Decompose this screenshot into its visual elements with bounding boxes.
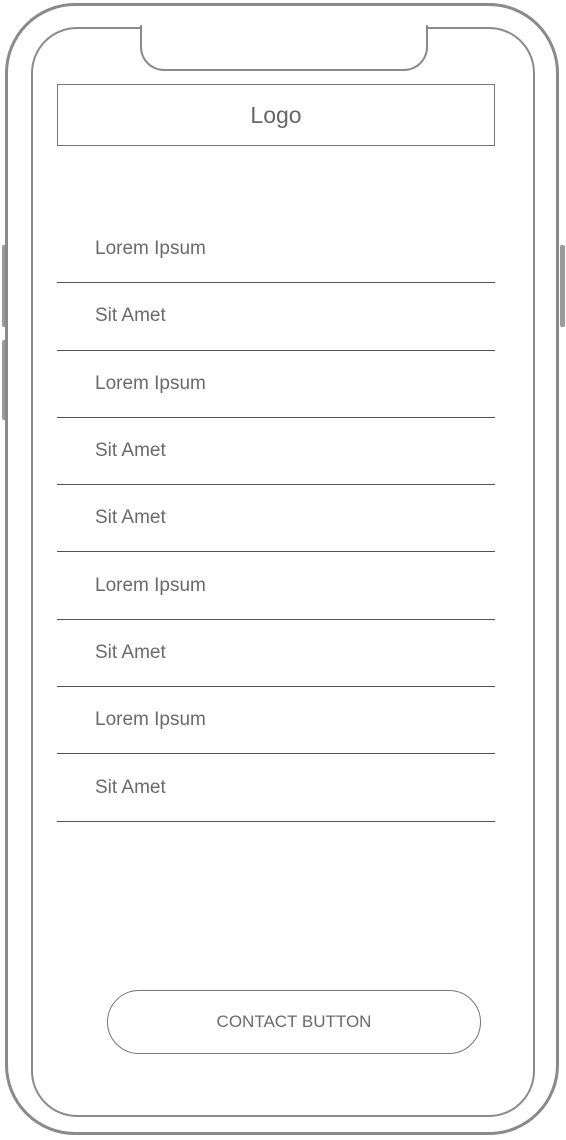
phone-notch bbox=[140, 25, 428, 71]
menu-item[interactable]: Lorem Ipsum bbox=[57, 351, 495, 418]
menu-item[interactable]: Sit Amet bbox=[57, 620, 495, 688]
menu-item[interactable]: Sit Amet bbox=[57, 485, 495, 553]
power-button bbox=[560, 245, 565, 327]
menu-item[interactable]: Sit Amet bbox=[57, 418, 495, 486]
menu-item[interactable]: Lorem Ipsum bbox=[57, 216, 495, 284]
phone-wireframe: Logo Lorem Ipsum Sit Amet Lorem Ipsum Si… bbox=[0, 0, 566, 1140]
menu-item[interactable]: Sit Amet bbox=[57, 283, 495, 351]
menu-item[interactable]: Lorem Ipsum bbox=[57, 687, 495, 755]
logo[interactable]: Logo bbox=[57, 84, 495, 146]
contact-button[interactable]: CONTACT BUTTON bbox=[107, 990, 481, 1054]
menu-item[interactable]: Lorem Ipsum bbox=[57, 552, 495, 620]
menu-item[interactable]: Sit Amet bbox=[57, 754, 495, 822]
nav-menu: Lorem Ipsum Sit Amet Lorem Ipsum Sit Ame… bbox=[57, 216, 495, 822]
